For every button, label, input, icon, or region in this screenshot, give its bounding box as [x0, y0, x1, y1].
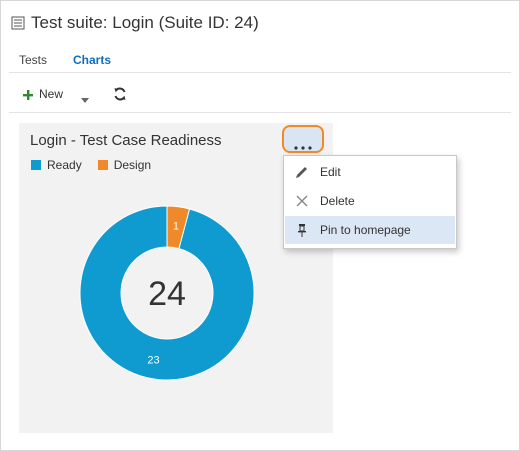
plus-icon — [23, 89, 33, 100]
donut-data-label-ready: 23 — [147, 355, 159, 367]
chevron-down-icon[interactable] — [81, 92, 90, 103]
tab-charts[interactable]: Charts — [73, 53, 111, 67]
donut-center-total: 24 — [148, 275, 186, 313]
menu-item-pin-to-homepage[interactable]: Pin to homepage — [285, 216, 455, 244]
menu-item-pin-label: Pin to homepage — [320, 223, 411, 237]
tab-bar: Tests Charts — [19, 53, 111, 67]
pencil-icon — [294, 164, 310, 180]
donut-data-label-design: 1 — [173, 221, 179, 233]
context-menu: Edit Delete Pin to homepage — [283, 155, 457, 249]
menu-item-edit-label: Edit — [320, 165, 341, 179]
menu-item-edit[interactable]: Edit — [285, 158, 455, 186]
menu-item-delete[interactable]: Delete — [285, 187, 455, 215]
title-row: Test suite: Login (Suite ID: 24) — [11, 13, 259, 33]
refresh-icon[interactable] — [113, 87, 127, 101]
close-icon — [294, 193, 310, 209]
page-title: Test suite: Login (Suite ID: 24) — [31, 13, 259, 32]
new-button-label: New — [39, 87, 64, 101]
toolbar-divider — [9, 112, 511, 113]
test-suite-icon — [11, 16, 25, 30]
menu-item-delete-label: Delete — [320, 194, 355, 208]
tabs-divider — [9, 72, 511, 73]
window-frame: Test suite: Login (Suite ID: 24) Tests C… — [0, 0, 520, 451]
tab-tests[interactable]: Tests — [19, 53, 47, 67]
pin-icon — [294, 222, 310, 238]
toolbar: New — [23, 87, 127, 103]
new-chart-button[interactable]: New — [23, 87, 90, 103]
